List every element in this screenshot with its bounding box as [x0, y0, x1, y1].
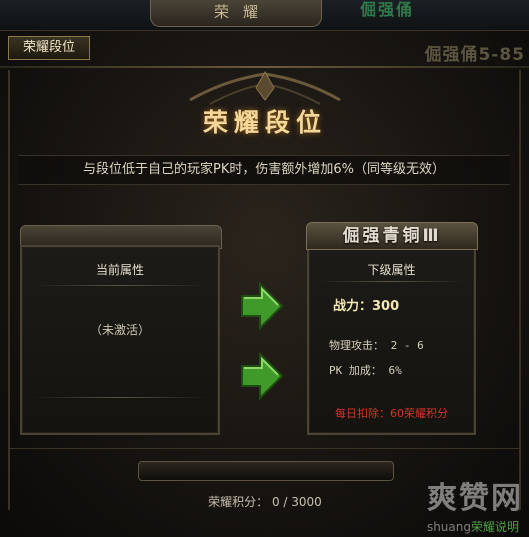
current-attributes-caption: 当前属性 [95, 263, 144, 277]
inactive-status: （未激活） [89, 323, 150, 337]
frame-right [519, 70, 521, 510]
rank-name-plate: 倔强青铜Ⅲ [306, 222, 478, 250]
background-green-text: 倔强俑 [360, 0, 415, 19]
divider [317, 281, 465, 282]
tab-honor-rank[interactable]: 荣耀段位 [8, 36, 90, 60]
divider [32, 285, 208, 286]
divider [32, 397, 208, 398]
current-attributes-panel: 当前属性 （未激活） [20, 245, 220, 435]
page-title: 荣耀段位 [202, 108, 327, 137]
watermark-logo: 爽赞网 [427, 481, 523, 516]
stat-pk-bonus: PK 加成： 6% [329, 364, 402, 377]
power-value: 战力：300 [333, 299, 400, 314]
arrow-right-icon [241, 282, 284, 330]
title-plate: 荣耀 [150, 0, 322, 27]
honor-slot-bar [138, 461, 394, 481]
honor-points: 荣耀积分： 0 / 3000 [208, 495, 322, 509]
watermark-sub: shuang荣耀说明 [427, 518, 519, 535]
title-bar: 荣耀 倔强俑 [0, 0, 529, 31]
daily-deduction: 每日扣除：60荣耀积分 [335, 407, 448, 420]
frame-bottom-divider [10, 448, 519, 449]
next-attributes-panel: 下级属性 战力：300 物理攻击： 2 - 6 PK 加成： 6% 每日扣除：6… [307, 245, 476, 435]
tab-divider [0, 66, 529, 68]
arrow-right-icon [241, 352, 284, 400]
watermark-domain: shuang [426, 520, 471, 534]
stat-physical-attack: 物理攻击： 2 - 6 [329, 339, 424, 352]
rank-name: 倔强青铜Ⅲ [342, 226, 442, 246]
background-level-text: 倔强俑5-85 [424, 45, 525, 65]
rank-description: 与段位低于自己的玩家PK时，伤害额外增加6%（同等级无效） [18, 155, 510, 185]
frame-left [8, 70, 10, 510]
honor-help-link[interactable]: 荣耀说明 [471, 520, 519, 534]
window-title: 荣耀 [213, 3, 272, 21]
honor-window: 荣耀 倔强俑 倔强俑5-85 荣耀段位 荣耀段位 与段位低于自己的玩家PK时，伤… [0, 0, 529, 537]
next-attributes-caption: 下级属性 [367, 263, 416, 277]
